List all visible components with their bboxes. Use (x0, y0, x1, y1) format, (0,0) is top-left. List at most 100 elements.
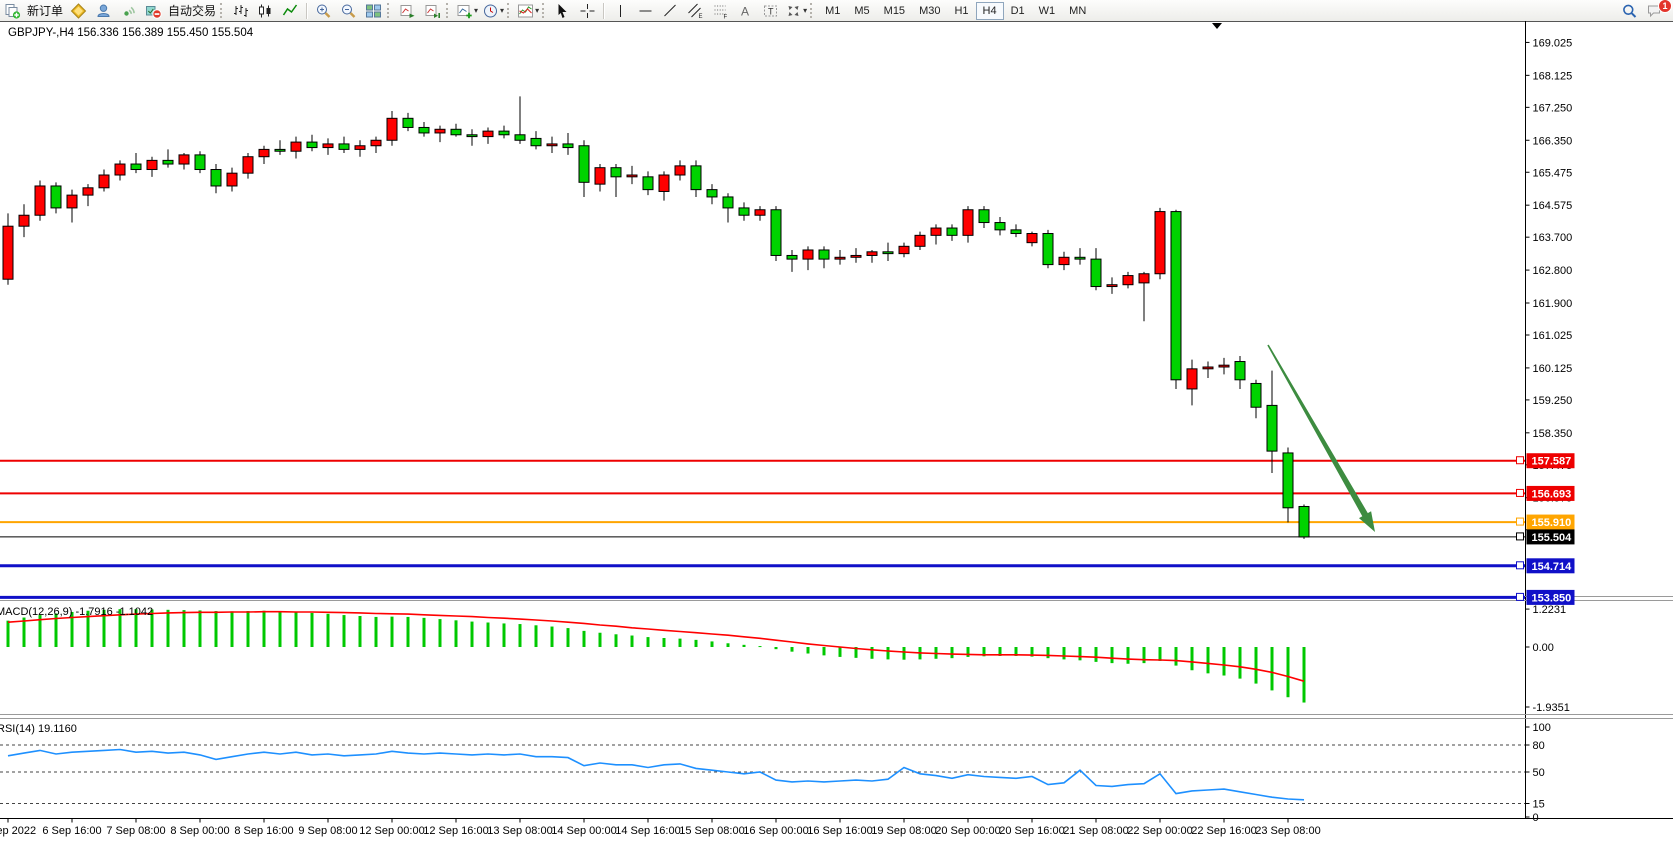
macd-panel[interactable] (7, 609, 1306, 702)
vertical-line-button[interactable] (608, 1, 633, 20)
rsi-panel[interactable] (0, 745, 1525, 804)
candle[interactable] (51, 186, 61, 208)
candle[interactable] (339, 144, 349, 149)
signals-button[interactable] (116, 1, 141, 20)
candle[interactable] (563, 144, 573, 148)
candle[interactable] (675, 166, 685, 175)
tab-timeframe-m5[interactable]: M5 (847, 2, 876, 20)
cursor-button[interactable] (550, 1, 575, 20)
candle[interactable] (995, 223, 1005, 230)
text-label-button[interactable]: T (758, 1, 783, 20)
candle[interactable] (1155, 212, 1165, 274)
autotrading-label[interactable]: 自动交易 (168, 2, 216, 19)
tab-timeframe-mn[interactable]: MN (1062, 2, 1093, 20)
candle[interactable] (243, 157, 253, 173)
candle[interactable] (1043, 234, 1053, 265)
indicators-button[interactable]: ▾ (515, 1, 541, 20)
horizontal-line-button[interactable] (633, 1, 658, 20)
candle[interactable] (723, 197, 733, 208)
autotrading-button[interactable] (141, 1, 166, 20)
candle[interactable] (67, 195, 77, 208)
candle[interactable] (307, 142, 317, 147)
candle[interactable] (1267, 405, 1277, 451)
bar-chart-button[interactable] (228, 1, 253, 20)
candle[interactable] (1139, 274, 1149, 283)
candle[interactable] (35, 186, 45, 215)
candle[interactable] (883, 252, 893, 254)
candle[interactable] (1011, 230, 1021, 234)
candle[interactable] (483, 131, 493, 136)
candle[interactable] (771, 210, 781, 256)
candle[interactable] (1059, 257, 1069, 264)
candle[interactable] (1075, 257, 1085, 259)
candle[interactable] (1203, 367, 1213, 369)
candle[interactable] (259, 149, 269, 156)
candlestick-chart-button[interactable] (253, 1, 278, 20)
candle[interactable] (915, 235, 925, 246)
tile-windows-button[interactable] (361, 1, 386, 20)
candle[interactable] (419, 127, 429, 132)
candle[interactable] (195, 155, 205, 170)
text-button[interactable]: A (733, 1, 758, 20)
candle[interactable] (851, 255, 861, 257)
candle[interactable] (867, 252, 877, 256)
candle[interactable] (403, 118, 413, 127)
line-chart-button[interactable] (278, 1, 303, 20)
metaeditor-button[interactable] (66, 1, 91, 20)
candle[interactable] (1283, 453, 1293, 508)
candle[interactable] (611, 168, 621, 177)
line-anchor-square[interactable] (1517, 533, 1524, 540)
candle[interactable] (1027, 234, 1037, 243)
candle[interactable] (227, 173, 237, 186)
candle[interactable] (1219, 365, 1229, 367)
candle[interactable] (387, 118, 397, 140)
candle[interactable] (163, 160, 173, 164)
candle[interactable] (435, 129, 445, 133)
candle[interactable] (3, 226, 13, 279)
equidistant-channel-button[interactable]: E (683, 1, 708, 20)
candle[interactable] (787, 255, 797, 259)
fibonacci-button[interactable]: F (708, 1, 733, 20)
tab-timeframe-m1[interactable]: M1 (818, 2, 847, 20)
zoom-in-button[interactable] (311, 1, 336, 20)
candle[interactable] (947, 228, 957, 235)
candle[interactable] (531, 138, 541, 145)
candle[interactable] (899, 246, 909, 253)
candle[interactable] (115, 164, 125, 175)
candle[interactable] (1187, 369, 1197, 389)
candle[interactable] (963, 210, 973, 236)
price-chart-svg[interactable]: 169.025168.125167.250166.350165.475164.5… (0, 21, 1673, 843)
candle[interactable] (515, 135, 525, 140)
candle[interactable] (323, 144, 333, 148)
line-anchor-square[interactable] (1517, 562, 1524, 569)
arrows-button[interactable]: ▾ (783, 1, 809, 20)
candle[interactable] (819, 250, 829, 259)
candle[interactable] (547, 144, 557, 146)
candle[interactable] (803, 250, 813, 259)
tab-timeframe-h1[interactable]: H1 (947, 2, 975, 20)
candle[interactable] (83, 188, 93, 195)
candle[interactable] (131, 164, 141, 169)
candle[interactable] (291, 142, 301, 151)
candle[interactable] (595, 168, 605, 184)
mql5-community-button[interactable] (91, 1, 116, 20)
tab-timeframe-h4[interactable]: H4 (976, 2, 1004, 20)
candle[interactable] (579, 146, 589, 183)
candles-layer[interactable] (3, 96, 1309, 539)
trendline-button[interactable] (658, 1, 683, 20)
candle[interactable] (355, 146, 365, 150)
candle[interactable] (707, 190, 717, 197)
candle[interactable] (1171, 212, 1181, 380)
tab-timeframe-m30[interactable]: M30 (912, 2, 947, 20)
candle[interactable] (499, 131, 509, 135)
candle[interactable] (211, 170, 221, 186)
candle[interactable] (979, 210, 989, 223)
candle[interactable] (643, 177, 653, 190)
periods-button[interactable]: ▾ (480, 1, 506, 20)
candle[interactable] (467, 135, 477, 137)
candle[interactable] (755, 210, 765, 215)
candle[interactable] (179, 155, 189, 164)
line-anchor-square[interactable] (1517, 457, 1524, 464)
candle[interactable] (931, 228, 941, 235)
candle[interactable] (691, 166, 701, 190)
